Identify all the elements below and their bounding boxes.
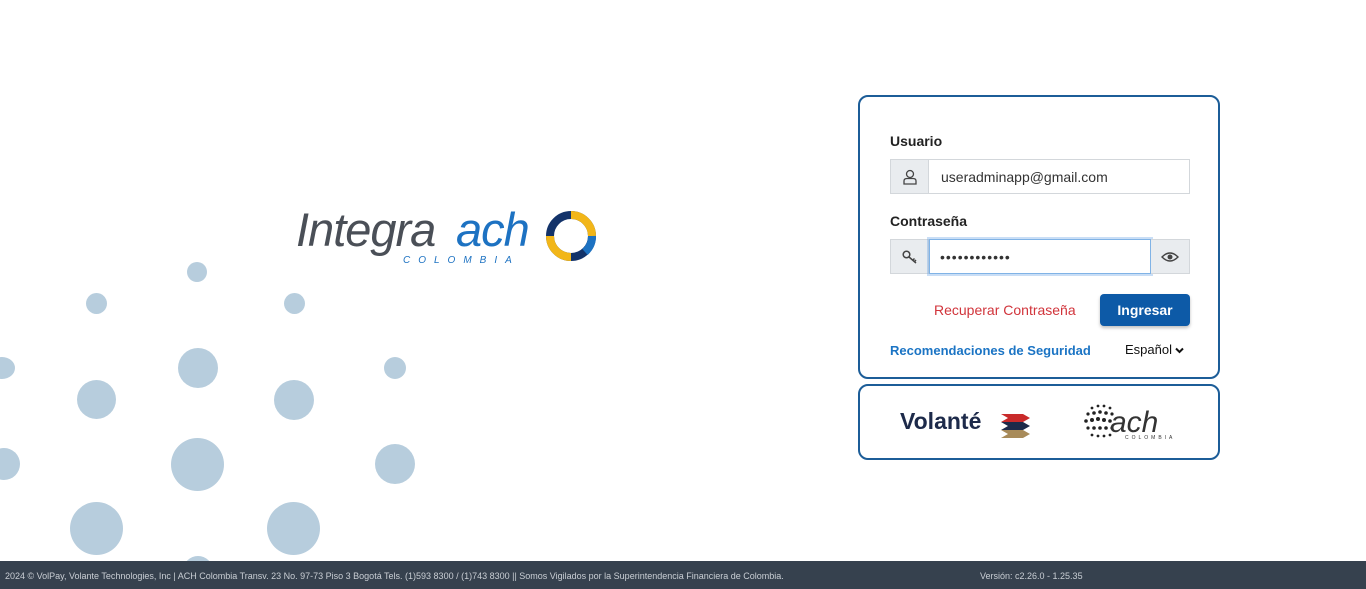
volante-logo-text: Volanté	[900, 408, 981, 434]
security-recommendations-link[interactable]: Recomendaciones de Seguridad	[890, 343, 1091, 358]
version-text: Versión: c2.26.0 - 1.25.35	[980, 571, 1083, 581]
footer-text: 2024 © VolPay, Volante Technologies, Inc…	[5, 571, 784, 581]
user-icon	[890, 159, 929, 194]
language-select[interactable]: Español	[1125, 342, 1184, 357]
logo-sub-text: COLOMBIA	[403, 255, 520, 266]
chevron-down-icon	[1175, 342, 1184, 357]
ach-colombia-logo: ach COLOMBIA	[1084, 404, 1175, 441]
forgot-password-link[interactable]: Recuperar Contraseña	[934, 302, 1076, 318]
partners-card: Volanté ach COLOMBIA	[858, 384, 1220, 460]
volante-arrows-icon	[1001, 414, 1030, 438]
password-label: Contraseña	[890, 213, 968, 229]
footer: 2024 © VolPay, Volante Technologies, Inc…	[0, 561, 1366, 589]
username-group	[890, 159, 1190, 194]
username-input[interactable]	[929, 159, 1190, 194]
login-card: Usuario Contraseña Recuperar Contraseña …	[858, 95, 1220, 379]
eye-icon[interactable]	[1151, 239, 1190, 274]
username-label: Usuario	[890, 133, 943, 149]
language-value: Español	[1125, 342, 1172, 357]
login-button[interactable]: Ingresar	[1100, 294, 1190, 326]
ach-ring-icon	[546, 211, 596, 261]
logo-main-text: Integra	[296, 203, 435, 256]
password-group	[890, 239, 1190, 274]
password-input[interactable]	[929, 239, 1151, 274]
volante-logo: Volanté	[900, 408, 1030, 438]
integra-ach-logo: Integra ach COLOMBIA	[296, 203, 606, 273]
key-icon	[890, 239, 929, 274]
ach-partner-sub: COLOMBIA	[1125, 435, 1175, 441]
logo-accent-text: ach	[456, 203, 529, 256]
